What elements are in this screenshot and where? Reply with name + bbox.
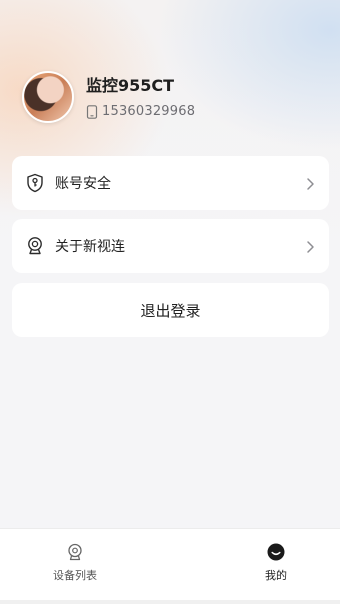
camera-icon	[25, 236, 45, 256]
chevron-right-icon	[305, 239, 315, 253]
user-name: 监控955CT	[86, 75, 175, 95]
profile-info: 监控955CT 15360329968	[86, 76, 195, 119]
avatar[interactable]	[22, 71, 74, 123]
mine-page: 监控955CT 15360329968 账号安全 关于新视连 退出登录 设备列表…	[0, 0, 340, 604]
tab-label: 设备列表	[53, 569, 97, 582]
phone-icon	[86, 104, 98, 119]
phone-row: 15360329968	[86, 104, 195, 119]
bottom-edge	[0, 600, 340, 604]
smile-icon	[267, 543, 285, 561]
shield-key-icon	[25, 173, 45, 193]
tab-device-list[interactable]: 设备列表	[45, 543, 105, 583]
menu-item-label: 关于新视连	[55, 239, 125, 255]
tab-label: 我的	[265, 569, 287, 582]
menu-item-account-security[interactable]: 账号安全	[12, 156, 329, 210]
logout-button[interactable]: 退出登录	[12, 283, 329, 337]
menu-item-label: 账号安全	[55, 176, 111, 192]
menu-item-about[interactable]: 关于新视连	[12, 219, 329, 273]
tab-mine[interactable]: 我的	[246, 543, 306, 583]
camera-icon	[66, 543, 84, 561]
header-background	[0, 0, 340, 250]
phone-number: 15360329968	[102, 103, 196, 119]
chevron-right-icon	[305, 176, 315, 190]
bottom-tab-bar: 设备列表 我的	[0, 528, 340, 600]
profile-header[interactable]: 监控955CT 15360329968	[22, 70, 322, 124]
